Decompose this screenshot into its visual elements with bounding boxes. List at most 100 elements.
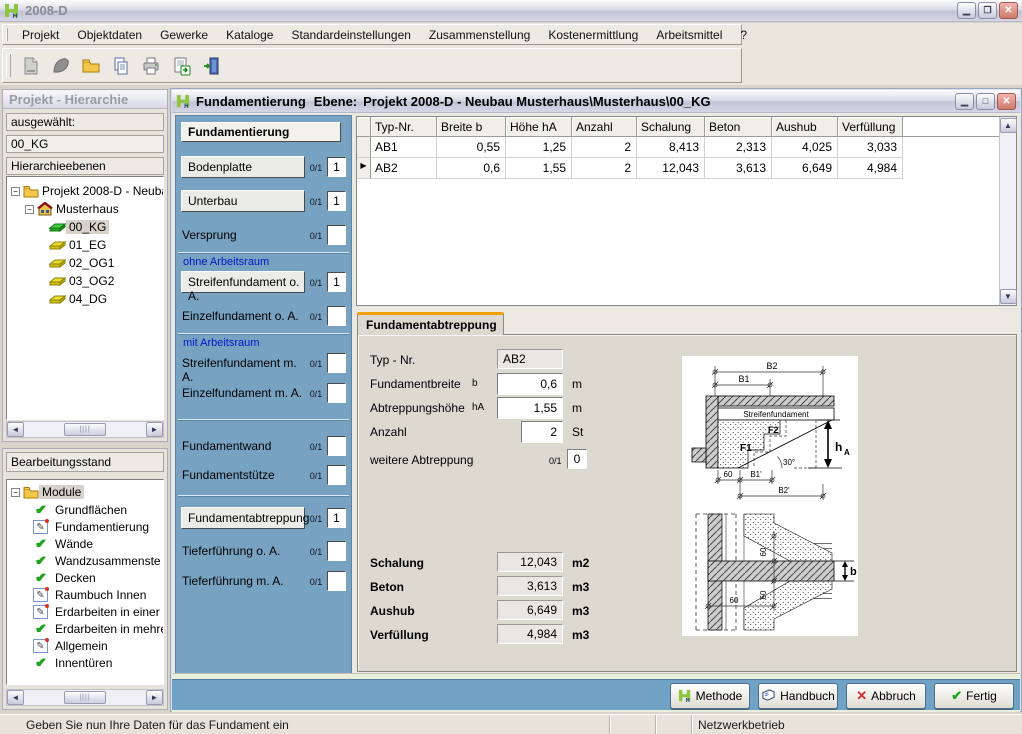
- hierarchy-horizontal-scrollbar[interactable]: ◄ |||| ►: [6, 421, 164, 438]
- copy-icon[interactable]: [109, 54, 133, 78]
- count-field[interactable]: [327, 541, 346, 561]
- tree-item-label[interactable]: 00_KG: [66, 220, 109, 234]
- menu-help[interactable]: ?: [731, 26, 756, 44]
- module-item-fundamentierung[interactable]: Fundamentierung: [31, 519, 152, 535]
- count-field[interactable]: 1: [327, 191, 346, 211]
- module-item-raumbuch-innen[interactable]: Raumbuch Innen: [31, 587, 149, 603]
- export-document-icon[interactable]: [169, 54, 193, 78]
- count-field[interactable]: [327, 225, 346, 245]
- app-minimize-button[interactable]: ▁: [957, 2, 976, 19]
- abbruch-button[interactable]: ✕ Abbruch: [846, 683, 926, 709]
- fertig-button[interactable]: ✔ Fertig: [934, 683, 1014, 709]
- menu-gewerke[interactable]: Gewerke: [151, 26, 217, 44]
- module-item-waende[interactable]: Wände: [31, 536, 96, 552]
- new-document-icon[interactable]: [19, 54, 43, 78]
- column-header[interactable]: Beton: [705, 117, 772, 137]
- column-header[interactable]: Schalung: [637, 117, 705, 137]
- handbuch-button[interactable]: Handbuch: [758, 683, 838, 709]
- module-close-button[interactable]: ✕: [997, 93, 1016, 110]
- collapse-icon[interactable]: −: [11, 488, 20, 497]
- tree-item-label[interactable]: 04_DG: [66, 292, 110, 306]
- tree-item-label[interactable]: 02_OG1: [66, 256, 117, 270]
- unterbau-button[interactable]: Unterbau: [181, 190, 305, 212]
- progress-horizontal-scrollbar[interactable]: ◄ |||| ►: [6, 689, 164, 706]
- tree-item-01-eg[interactable]: 01_EG: [49, 237, 109, 253]
- count-field[interactable]: 1: [327, 157, 346, 177]
- count-field[interactable]: 1: [327, 508, 346, 528]
- tree-item-02-og1[interactable]: 02_OG1: [49, 255, 117, 271]
- tieferfuehrung-oa-item[interactable]: Tieferführung o. A.: [182, 540, 306, 558]
- exit-door-icon[interactable]: [199, 54, 223, 78]
- column-header[interactable]: Anzahl: [572, 117, 637, 137]
- tree-item-04-dg[interactable]: 04_DG: [49, 291, 110, 307]
- menu-objektdaten[interactable]: Objektdaten: [68, 26, 151, 44]
- bodenplatte-button[interactable]: Bodenplatte: [181, 156, 305, 178]
- fundamentstuetze-item[interactable]: Fundamentstütze: [182, 464, 306, 482]
- count-field[interactable]: [327, 353, 346, 373]
- scroll-right-icon[interactable]: ►: [146, 690, 163, 705]
- tree-item-label[interactable]: 01_EG: [66, 238, 109, 252]
- open-project-icon[interactable]: [49, 54, 73, 78]
- table-row-active[interactable]: ▶ AB2 0,6 1,55 2 12,043 3,613 6,649 4,98…: [357, 158, 1016, 179]
- menu-arbeitsmittel[interactable]: Arbeitsmittel: [647, 26, 731, 44]
- tab-fundamentabtreppung[interactable]: Fundamentabtreppung: [357, 312, 504, 335]
- scroll-left-icon[interactable]: ◄: [7, 422, 24, 437]
- tree-item-project[interactable]: − Projekt 2008-D - Neubau: [11, 183, 164, 199]
- versprung-item[interactable]: Versprung: [182, 224, 306, 242]
- menu-zusammenstellung[interactable]: Zusammenstellung: [420, 26, 539, 44]
- column-header[interactable]: Aushub: [772, 117, 838, 137]
- module-item-erdarbeiten-mehreren[interactable]: Erdarbeiten in mehre: [31, 621, 164, 637]
- abtreppungshoehe-input[interactable]: 1,55: [497, 397, 563, 419]
- fundamentabtreppung-button[interactable]: Fundamentabtreppung: [181, 507, 305, 529]
- tree-item-label[interactable]: 03_OG2: [66, 274, 117, 288]
- module-item-allgemein[interactable]: Allgemein: [31, 638, 111, 654]
- column-header[interactable]: Typ-Nr.: [371, 117, 437, 137]
- scroll-thumb[interactable]: ||||: [64, 691, 106, 704]
- scroll-down-icon[interactable]: ▼: [1000, 289, 1017, 304]
- count-field[interactable]: [327, 383, 346, 403]
- module-item-erdarbeiten-einer[interactable]: Erdarbeiten in einer: [31, 604, 163, 620]
- table-vertical-scrollbar[interactable]: ▲ ▼: [999, 117, 1016, 305]
- column-header[interactable]: Höhe hA: [506, 117, 572, 137]
- menu-kostenermittlung[interactable]: Kostenermittlung: [539, 26, 647, 44]
- module-item-wandzusammenstellung[interactable]: Wandzusammenste: [31, 553, 164, 569]
- fundamentbreite-input[interactable]: 0,6: [497, 373, 563, 395]
- count-field[interactable]: [327, 571, 346, 591]
- einzelfundament-ma-item[interactable]: Einzelfundament m. A.: [182, 382, 306, 400]
- module-item-decken[interactable]: Decken: [31, 570, 99, 586]
- count-field[interactable]: [327, 465, 346, 485]
- module-maximize-button[interactable]: □: [976, 93, 995, 110]
- app-restore-button[interactable]: ❐: [978, 2, 997, 19]
- methode-button[interactable]: H Methode: [670, 683, 750, 709]
- table-row[interactable]: AB1 0,55 1,25 2 8,413 2,313 4,025 3,033: [357, 137, 1016, 158]
- open-folder-icon[interactable]: [79, 54, 103, 78]
- tree-item-label[interactable]: Musterhaus: [53, 202, 122, 216]
- module-item-grundflaechen[interactable]: Grundflächen: [31, 502, 130, 518]
- collapse-icon[interactable]: −: [25, 205, 34, 214]
- menu-kataloge[interactable]: Kataloge: [217, 26, 282, 44]
- collapse-icon[interactable]: −: [11, 187, 20, 196]
- column-header[interactable]: Breite b: [437, 117, 506, 137]
- tree-item-musterhaus[interactable]: − Musterhaus: [25, 201, 122, 217]
- anzahl-input[interactable]: 2: [521, 421, 563, 443]
- scroll-left-icon[interactable]: ◄: [7, 690, 24, 705]
- tieferfuehrung-ma-item[interactable]: Tieferführung m. A.: [182, 570, 306, 588]
- einzelfundament-oa-item[interactable]: Einzelfundament o. A.: [182, 305, 306, 323]
- streifenfundament-oa-button[interactable]: Streifenfundament o. A.: [181, 271, 305, 293]
- fundamentwand-item[interactable]: Fundamentwand: [182, 435, 306, 453]
- streifenfundament-ma-item[interactable]: Streifenfundament m. A.: [182, 352, 306, 384]
- tree-item-label[interactable]: Projekt 2008-D - Neubau: [39, 184, 164, 198]
- print-icon[interactable]: [139, 54, 163, 78]
- menu-projekt[interactable]: Projekt: [13, 26, 68, 44]
- weitere-abtreppung-input[interactable]: 0: [567, 449, 587, 469]
- module-minimize-button[interactable]: ▁: [955, 93, 974, 110]
- tree-item-00-kg[interactable]: 00_KG: [49, 219, 109, 235]
- count-field[interactable]: 1: [327, 272, 346, 292]
- scroll-right-icon[interactable]: ►: [146, 422, 163, 437]
- scroll-up-icon[interactable]: ▲: [1000, 118, 1017, 133]
- app-close-button[interactable]: ✕: [999, 2, 1018, 19]
- count-field[interactable]: [327, 306, 346, 326]
- column-header[interactable]: Verfüllung: [838, 117, 903, 137]
- module-item-innentueren[interactable]: Innentüren: [31, 655, 115, 671]
- tree-item-module-root[interactable]: − Module: [11, 484, 84, 500]
